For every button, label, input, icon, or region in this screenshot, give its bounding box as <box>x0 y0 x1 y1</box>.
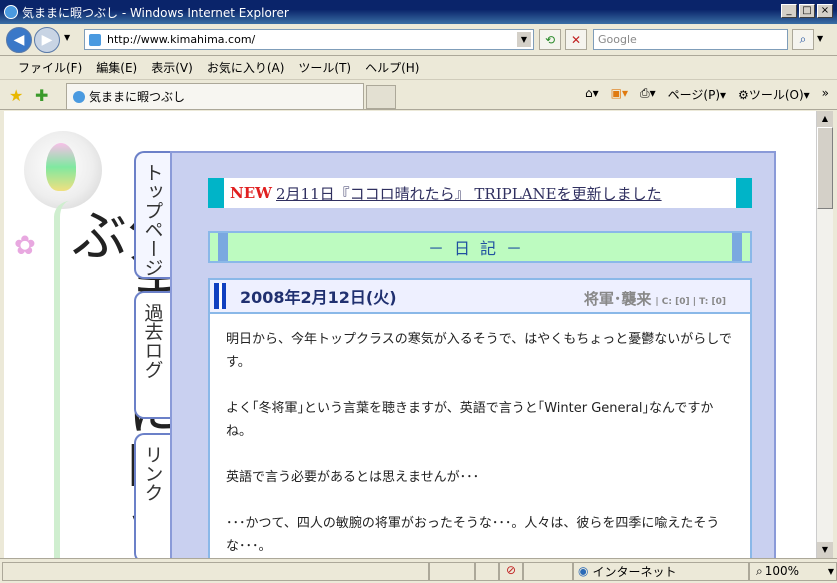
menu-file[interactable]: ファイル(F) <box>18 59 82 76</box>
close-button[interactable]: × <box>817 4 833 18</box>
entry-paragraph: ･･･かつて、四人の敏腕の将軍がおったそうな･･･。人々は、彼らを四季に喩えたそ… <box>226 516 720 554</box>
page-menu[interactable]: ページ(P)▾ <box>668 86 726 103</box>
page-viewport: ✿ 気ままに暇つぶ トップページ 過去ログ リンク NEW 2月11日『ココロ晴… <box>4 111 816 558</box>
entry-body: 明日から、今年トップクラスの寒気が入るそうで、はやくもちょっと憂鬱ないがらしです… <box>210 314 750 558</box>
menu-favorites[interactable]: お気に入り(A) <box>207 59 285 76</box>
entry-bar <box>214 283 222 309</box>
status-text <box>2 561 429 581</box>
home-icon[interactable]: ⌂▾ <box>585 86 599 103</box>
diary-entry: 2008年2月12日(火) 将軍･襲来 | C: [0] | T: [0] 明日か… <box>208 278 752 558</box>
back-button[interactable]: ◀ <box>6 27 32 53</box>
stop-button[interactable]: ✕ <box>565 29 587 50</box>
search-input[interactable]: Google <box>593 29 788 50</box>
sidetab-archive[interactable]: 過去ログ <box>134 291 170 419</box>
favorites-star-icon[interactable]: ★ <box>9 86 23 105</box>
add-favorites-icon[interactable]: ✚ <box>35 86 48 105</box>
news-bar-left <box>208 178 224 208</box>
menu-bar: ファイル(F) 編集(E) 表示(V) お気に入り(A) ツール(T) ヘルプ(… <box>0 56 837 80</box>
zoom-level: 100% <box>764 564 800 578</box>
address-toolbar: ◀ ▶ ▼ http://www.kimahima.com/ ▼ ⟲ ✕ Goo… <box>0 24 837 56</box>
security-zone[interactable]: ◉ インターネット <box>573 561 749 581</box>
refresh-button[interactable]: ⟲ <box>539 29 561 50</box>
entry-paragraph: よく｢冬将軍｣という言葉を聴きますが、英語で言うと｢Winter General… <box>226 401 714 439</box>
new-tab-button[interactable] <box>366 85 396 109</box>
popup-blocker-icon[interactable]: ⊘ <box>499 561 523 581</box>
content-panel: NEW 2月11日『ココロ晴れたら』 TRIPLANEを更新しました －日記－ … <box>170 151 776 558</box>
tools-menu[interactable]: ⚙ツール(O)▾ <box>738 86 810 103</box>
more-chevron-icon[interactable]: » <box>822 86 829 103</box>
forward-button[interactable]: ▶ <box>34 27 60 53</box>
flower-decoration-icon: ✿ <box>14 231 36 261</box>
menu-help[interactable]: ヘルプ(H) <box>365 59 419 76</box>
status-slot <box>429 561 475 581</box>
page-icon <box>89 33 101 46</box>
diary-bar-left <box>218 233 228 261</box>
ie-icon <box>4 5 18 19</box>
diary-bar-right <box>732 233 742 261</box>
address-dropdown-icon[interactable]: ▼ <box>517 32 531 47</box>
title-bar: 気ままに暇つぶし - Windows Internet Explorer _ □… <box>0 0 837 24</box>
entry-paragraph: 英語で言う必要があるとは思えませんが･･･ <box>226 470 480 485</box>
menu-edit[interactable]: 編集(E) <box>96 59 137 76</box>
tab-bar: ★ ✚ 気ままに暇つぶし ⌂▾ ▣▾ ⎙▾ ページ(P)▾ ⚙ツール(O)▾ » <box>0 80 837 110</box>
command-bar: ⌂▾ ▣▾ ⎙▾ ページ(P)▾ ⚙ツール(O)▾ » <box>585 86 829 103</box>
entry-category[interactable]: 将軍･襲来 | C: [0] | T: [0] <box>584 288 726 309</box>
history-dropdown-icon[interactable]: ▼ <box>64 33 70 42</box>
address-url: http://www.kimahima.com/ <box>107 33 256 46</box>
entry-date: 2008年2月12日(火) <box>240 288 397 307</box>
diary-header: －日記－ <box>208 231 752 263</box>
window-title: 気ままに暇つぶし - Windows Internet Explorer <box>22 5 289 20</box>
status-slot <box>523 561 573 581</box>
scroll-down-icon[interactable]: ▼ <box>817 542 833 558</box>
scroll-thumb[interactable] <box>817 127 833 209</box>
news-banner[interactable]: NEW 2月11日『ココロ晴れたら』 TRIPLANEを更新しました <box>208 178 752 208</box>
zoom-control[interactable]: ⌕ 100% ▼ <box>749 561 837 581</box>
menu-tools[interactable]: ツール(T) <box>298 59 351 76</box>
zoom-icon: ⌕ <box>756 563 763 578</box>
print-icon[interactable]: ⎙▾ <box>640 86 656 103</box>
vertical-scrollbar[interactable]: ▲ ▼ <box>816 111 833 558</box>
news-new-badge: NEW <box>230 184 272 202</box>
logo-flower-icon <box>24 131 102 209</box>
address-bar[interactable]: http://www.kimahima.com/ ▼ <box>84 29 534 50</box>
entry-meta[interactable]: | C: [0] | T: [0] <box>655 297 726 307</box>
diary-title: －日記－ <box>427 239 532 258</box>
entry-paragraph: 明日から、今年トップクラスの寒気が入るそうで、はやくもちょっと憂鬱ないがらしです… <box>226 332 732 370</box>
maximize-button[interactable]: □ <box>799 4 815 18</box>
menu-view[interactable]: 表示(V) <box>151 59 193 76</box>
search-options-icon[interactable]: ▼ <box>817 34 823 43</box>
zone-label: インターネット <box>592 564 677 579</box>
status-slot <box>475 561 499 581</box>
feeds-icon[interactable]: ▣▾ <box>611 86 628 103</box>
tab-active[interactable]: 気ままに暇つぶし <box>66 83 364 109</box>
entry-header: 2008年2月12日(火) 将軍･襲来 | C: [0] | T: [0] <box>210 280 750 314</box>
news-bar-right <box>736 178 752 208</box>
search-button[interactable]: ⌕ <box>792 29 814 50</box>
tab-label: 気ままに暇つぶし <box>89 90 186 104</box>
news-link[interactable]: 2月11日『ココロ晴れたら』 TRIPLANEを更新しました <box>276 183 662 204</box>
sidetab-links[interactable]: リンク <box>134 433 170 558</box>
status-bar: ⊘ ◉ インターネット ⌕ 100% ▼ <box>0 558 837 583</box>
tab-ie-icon <box>73 90 85 103</box>
scroll-up-icon[interactable]: ▲ <box>817 111 833 127</box>
sidetab-top[interactable]: トップページ <box>134 151 170 279</box>
zoom-dropdown-icon[interactable]: ▼ <box>828 567 834 576</box>
globe-icon: ◉ <box>578 564 589 578</box>
minimize-button[interactable]: _ <box>781 4 797 18</box>
